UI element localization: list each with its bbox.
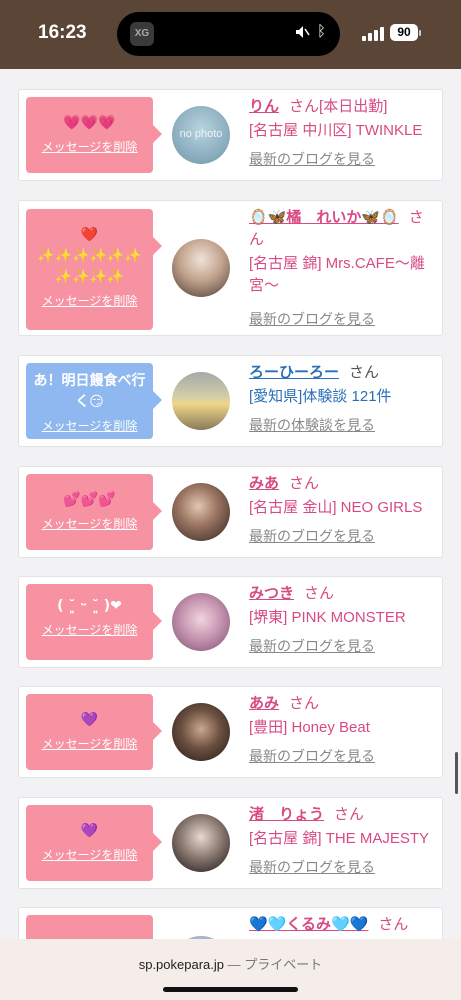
delete-message-link[interactable]: メッセージを削除	[26, 292, 153, 309]
message-text: 💜	[80, 712, 99, 728]
cast-name-link[interactable]: あみ	[249, 695, 279, 712]
review-info: [愛知県]体験談 121件	[249, 388, 392, 405]
latest-blog-link[interactable]: 最新のブログを見る	[249, 526, 437, 546]
honorific: さん	[289, 475, 320, 492]
cast-name-link[interactable]: 渚 りょう	[249, 806, 324, 823]
message-card: 💙🩵くるみ🩵💙 さん	[18, 907, 443, 939]
delete-message-link[interactable]: メッセージを削除	[26, 417, 153, 434]
shop-info: [堺東] PINK MONSTER	[249, 609, 406, 626]
avatar-placeholder-text: no photo	[179, 128, 223, 140]
cast-name-link[interactable]: りん	[249, 98, 279, 115]
avatar[interactable]	[172, 239, 230, 297]
message-text: ( ˘͈ ᵕ ˘͈ )❤	[57, 598, 122, 614]
message-bubble: 💜 メッセージを削除	[26, 694, 162, 770]
latest-blog-link[interactable]: 最新のブログを見る	[249, 309, 437, 329]
message-text: 💕💕💕	[63, 492, 116, 508]
shop-info: [名古屋 錦] THE MAJESTY	[249, 830, 430, 847]
shop-info: [名古屋 中川区] TWINKLE	[249, 122, 423, 139]
address-bar[interactable]: sp.pokepara.jp — プライベート	[0, 939, 461, 1000]
latest-blog-link[interactable]: 最新のブログを見る	[249, 636, 437, 656]
home-indicator[interactable]	[163, 987, 298, 992]
url-domain[interactable]: sp.pokepara.jp	[139, 957, 224, 972]
honorific: さん	[289, 695, 320, 712]
honorific: さん	[334, 806, 365, 823]
cast-name-link[interactable]: 🪞🦋橘 れいか🦋🪞	[249, 209, 399, 226]
message-card: 💕💕💕 メッセージを削除 みあ さん [名古屋 金山] NEO GIRLS 最新の…	[18, 466, 443, 558]
message-card: 💜 メッセージを削除 あみ さん [豊田] Honey Beat 最新のブログを見…	[18, 686, 443, 778]
message-bubble: ( ˘͈ ᵕ ˘͈ )❤ メッセージを削除	[26, 584, 162, 660]
url-separator: —	[227, 957, 241, 972]
message-text: 💜	[80, 823, 99, 839]
message-text: 💗💗💗	[63, 115, 116, 131]
cellular-signal-icon	[362, 27, 384, 41]
speaker-mute-icon	[296, 26, 310, 38]
delete-message-link[interactable]: メッセージを削除	[26, 735, 153, 752]
message-card: あ！明日饅食べ行く😏 メッセージを削除 ろーひーろー さん [愛知県]体験談 12…	[18, 355, 443, 447]
message-card: 💜 メッセージを削除 渚 りょう さん [名古屋 錦] THE MAJESTY 最…	[18, 797, 443, 889]
delete-message-link[interactable]: メッセージを削除	[26, 515, 153, 532]
dynamic-island: XG ᛒ	[117, 12, 340, 56]
latest-review-link[interactable]: 最新の体験談を見る	[249, 415, 437, 435]
private-mode-label: プライベート	[244, 957, 323, 972]
avatar[interactable]	[172, 372, 230, 430]
scroll-indicator[interactable]	[455, 752, 458, 794]
latest-blog-link[interactable]: 最新のブログを見る	[249, 149, 437, 169]
message-card: 💗💗💗 メッセージを削除 no photo りん さん[本日出勤] [名古屋 中川…	[18, 89, 443, 181]
delete-message-link[interactable]: メッセージを削除	[26, 621, 153, 638]
message-text: あ！明日饅食べ行く😏	[33, 373, 146, 410]
message-list[interactable]: 💗💗💗 メッセージを削除 no photo りん さん[本日出勤] [名古屋 中川…	[0, 69, 461, 939]
message-bubble: ❤️ ✨✨✨✨✨✨ ✨✨✨✨ メッセージを削除	[26, 209, 162, 330]
avatar[interactable]	[172, 483, 230, 541]
shop-info: [豊田] Honey Beat	[249, 719, 370, 736]
honorific: さん	[349, 364, 380, 381]
avatar[interactable]	[172, 703, 230, 761]
status-tag: [本日出勤]	[319, 98, 388, 115]
cast-name-link[interactable]: 💙🩵くるみ🩵💙	[249, 916, 368, 933]
message-bubble: 💜 メッセージを削除	[26, 805, 162, 881]
reviewer-name-link[interactable]: ろーひーろー	[249, 364, 339, 381]
honorific: さん	[304, 585, 335, 602]
latest-blog-link[interactable]: 最新のブログを見る	[249, 857, 437, 877]
shop-info: [名古屋 錦] Mrs.CAFE〜離宮〜	[249, 255, 425, 294]
avatar[interactable]	[172, 814, 230, 872]
honorific: さん	[378, 916, 409, 933]
message-card: ( ˘͈ ᵕ ˘͈ )❤ メッセージを削除 みつき さん [堺東] PINK MO…	[18, 576, 443, 668]
delete-message-link[interactable]: メッセージを削除	[26, 138, 153, 155]
cast-name-link[interactable]: みつき	[249, 585, 294, 602]
avatar[interactable]	[172, 593, 230, 651]
message-card: ❤️ ✨✨✨✨✨✨ ✨✨✨✨ メッセージを削除 🪞🦋橘 れいか🦋🪞 さん [名古屋…	[18, 200, 443, 336]
avatar[interactable]: no photo	[172, 106, 230, 164]
status-bar: 16:23 XG ᛒ 90	[0, 0, 461, 69]
message-bubble: あ！明日饅食べ行く😏 メッセージを削除	[26, 363, 162, 439]
message-bubble: 💗💗💗 メッセージを削除	[26, 97, 162, 173]
latest-blog-link[interactable]: 最新のブログを見る	[249, 746, 437, 766]
app-icon: XG	[130, 22, 154, 46]
message-text: ❤️ ✨✨✨✨✨✨ ✨✨✨✨	[37, 227, 142, 285]
status-time: 16:23	[38, 22, 87, 43]
cast-name-link[interactable]: みあ	[249, 475, 279, 492]
shop-info: [名古屋 金山] NEO GIRLS	[249, 499, 423, 516]
message-bubble: 💕💕💕 メッセージを削除	[26, 474, 162, 550]
honorific: さん	[289, 98, 320, 115]
battery-icon: 90	[390, 24, 418, 41]
bluetooth-icon: ᛒ	[316, 22, 326, 40]
delete-message-link[interactable]: メッセージを削除	[26, 846, 153, 863]
message-bubble	[26, 915, 153, 939]
